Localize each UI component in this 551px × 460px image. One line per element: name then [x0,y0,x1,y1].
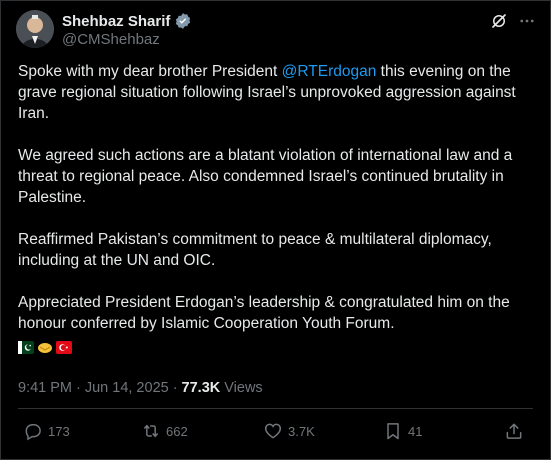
emoji-row [18,337,538,354]
author-handle[interactable]: @CMShehbaz [62,31,160,48]
tweet-paragraph-4: Appreciated President Erdogan’s leadersh… [18,294,510,332]
like-count: 3.7K [288,423,315,439]
top-actions [488,10,538,32]
tweet-paragraph-1: Spoke with my dear brother President @RT… [18,61,538,124]
tweet-meta: 9:41 PM · Jun 14, 2025 · 77.3K Views [18,380,263,396]
reply-icon [25,424,41,441]
share-icon [506,423,522,439]
meta-separator: · [172,380,178,396]
divider [18,408,533,409]
repost-icon [143,424,159,438]
reply-button[interactable]: 173 [23,421,70,441]
author-name[interactable]: Shehbaz Sharif [62,13,170,30]
tweet-card: Shehbaz Sharif @CMShehbaz Spoke with my … [0,0,551,460]
more-options-icon[interactable] [516,10,538,32]
pakistan-flag-icon [18,339,34,354]
tweet-text: Spoke with my dear brother President @RT… [18,61,538,354]
verified-badge-icon[interactable] [174,12,192,30]
views-count: 77.3K [181,380,221,396]
meta-separator: · [76,380,81,396]
like-button[interactable]: 3.7K [263,421,315,441]
share-button[interactable] [504,421,524,441]
avatar-image [16,10,54,48]
heart-icon [264,423,282,439]
reply-count: 173 [48,423,70,439]
avatar[interactable] [16,10,54,48]
tweet-paragraph-2: We agreed such actions are a blatant vio… [18,147,513,206]
grok-icon[interactable] [488,10,510,32]
bookmark-count: 41 [408,423,423,439]
action-bar: 173 662 3.7K 41 [18,421,528,445]
turkey-flag-icon [56,339,72,354]
bookmark-button[interactable]: 41 [383,421,422,441]
views-label: Views [224,380,263,396]
repost-button[interactable]: 662 [141,421,188,441]
tweet-date[interactable]: Jun 14, 2025 [85,380,169,396]
tweet-time[interactable]: 9:41 PM [18,380,72,396]
handshake-icon [37,339,53,353]
tweet-paragraph-3: Reaffirmed Pakistan’s commitment to peac… [18,231,492,269]
repost-count: 662 [166,423,188,439]
author-row: Shehbaz Sharif [62,12,192,30]
mention-link[interactable]: @RTErdogan [282,63,377,80]
bookmark-icon [387,423,399,440]
text-segment: Spoke with my dear brother President [18,63,282,80]
